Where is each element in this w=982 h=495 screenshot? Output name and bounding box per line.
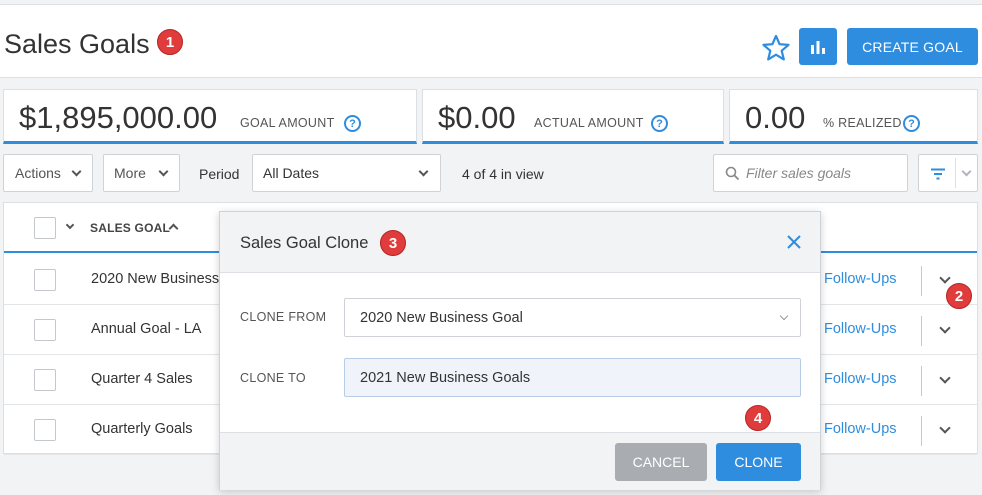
clone-from-value: 2020 New Business Goal [360,309,523,326]
chevron-down-icon[interactable] [961,166,972,177]
help-icon[interactable]: ? [651,115,668,132]
row-checkbox[interactable] [34,419,56,441]
goal-name[interactable]: Quarterly Goals [91,421,193,437]
period-value: All Dates [263,165,320,181]
period-select[interactable]: All Dates [252,154,441,192]
filter-divider [955,158,956,188]
clone-button[interactable]: CLONE [716,443,801,481]
bar-chart-icon [811,40,825,54]
clone-to-label: CLONE TO [240,371,306,385]
realized-label: % REALIZED [823,116,902,130]
follow-ups-link[interactable]: Follow-Ups [824,371,897,387]
row-menu-chevron-icon[interactable] [939,422,951,434]
filter-options-button[interactable] [918,154,978,192]
sales-goal-clone-dialog: Sales Goal Clone CLONE FROM 2020 New Bus… [219,211,821,490]
row-checkbox[interactable] [34,369,56,391]
follow-ups-link[interactable]: Follow-Ups [824,271,897,287]
row-checkbox[interactable] [34,319,56,341]
dialog-footer: CANCEL CLONE [220,432,820,490]
more-dropdown[interactable]: More [103,154,180,192]
create-goal-button[interactable]: CREATE GOAL [847,28,978,65]
goal-name[interactable]: Quarter 4 Sales [91,371,193,387]
clone-from-select[interactable]: 2020 New Business Goal [344,298,801,337]
sort-ascending-icon[interactable] [168,223,179,234]
goal-amount-value: $1,895,000.00 [19,100,218,135]
sales-goal-column-header[interactable]: SALES GOAL [90,221,170,235]
in-view-count: 4 of 4 in view [462,166,544,182]
filter-icon [931,168,945,180]
row-menu-chevron-icon[interactable] [939,272,951,284]
realized-card: 0.00 % REALIZED ? [729,89,978,144]
row-divider [921,266,922,296]
actual-amount-value: $0.00 [438,100,516,135]
goal-amount-label: GOAL AMOUNT [240,116,335,130]
dialog-title: Sales Goal Clone [240,234,369,252]
chevron-down-icon [158,166,169,176]
period-label: Period [199,166,240,182]
row-menu-chevron-icon[interactable] [939,372,951,384]
step-marker-2: 2 [946,283,972,309]
follow-ups-link[interactable]: Follow-Ups [824,321,897,337]
row-divider [921,316,922,346]
cancel-button[interactable]: CANCEL [615,443,707,481]
row-checkbox[interactable] [34,269,56,291]
step-marker-3: 3 [380,230,406,256]
select-all-checkbox[interactable] [34,217,56,239]
search-icon [725,166,740,181]
page-title: Sales Goals [4,29,150,59]
favorite-star-icon[interactable] [761,34,791,62]
step-marker-1: 1 [157,29,183,55]
actual-amount-label: ACTUAL AMOUNT [534,116,644,130]
chevron-down-icon [71,166,82,176]
actions-label: Actions [15,165,61,181]
more-label: More [114,165,146,181]
goal-amount-card: $1,895,000.00 GOAL AMOUNT ? [3,89,417,144]
page-header: Sales Goals CREATE GOAL [0,5,982,78]
goal-name[interactable]: 2020 New Business [91,271,219,287]
help-icon[interactable]: ? [344,115,361,132]
actual-amount-card: $0.00 ACTUAL AMOUNT ? [422,89,724,144]
follow-ups-link[interactable]: Follow-Ups [824,421,897,437]
actions-dropdown[interactable]: Actions [3,154,93,192]
close-icon[interactable] [786,234,802,250]
chevron-down-icon [418,166,429,177]
step-marker-4: 4 [745,405,771,431]
reports-button[interactable] [799,28,837,65]
filter-placeholder: Filter sales goals [746,165,852,181]
clone-from-label: CLONE FROM [240,310,327,324]
row-divider [921,416,922,446]
goal-name[interactable]: Annual Goal - LA [91,321,201,337]
filter-search-input[interactable]: Filter sales goals [713,154,908,192]
realized-value: 0.00 [745,100,806,135]
clone-to-input[interactable]: 2021 New Business Goals [344,358,801,397]
row-divider [921,366,922,396]
row-menu-chevron-icon[interactable] [939,322,951,334]
chevron-down-icon [779,311,789,321]
help-icon[interactable]: ? [903,115,920,132]
clone-to-value: 2021 New Business Goals [360,369,531,386]
chevron-down-icon[interactable] [65,220,75,230]
dialog-header: Sales Goal Clone [220,212,820,273]
